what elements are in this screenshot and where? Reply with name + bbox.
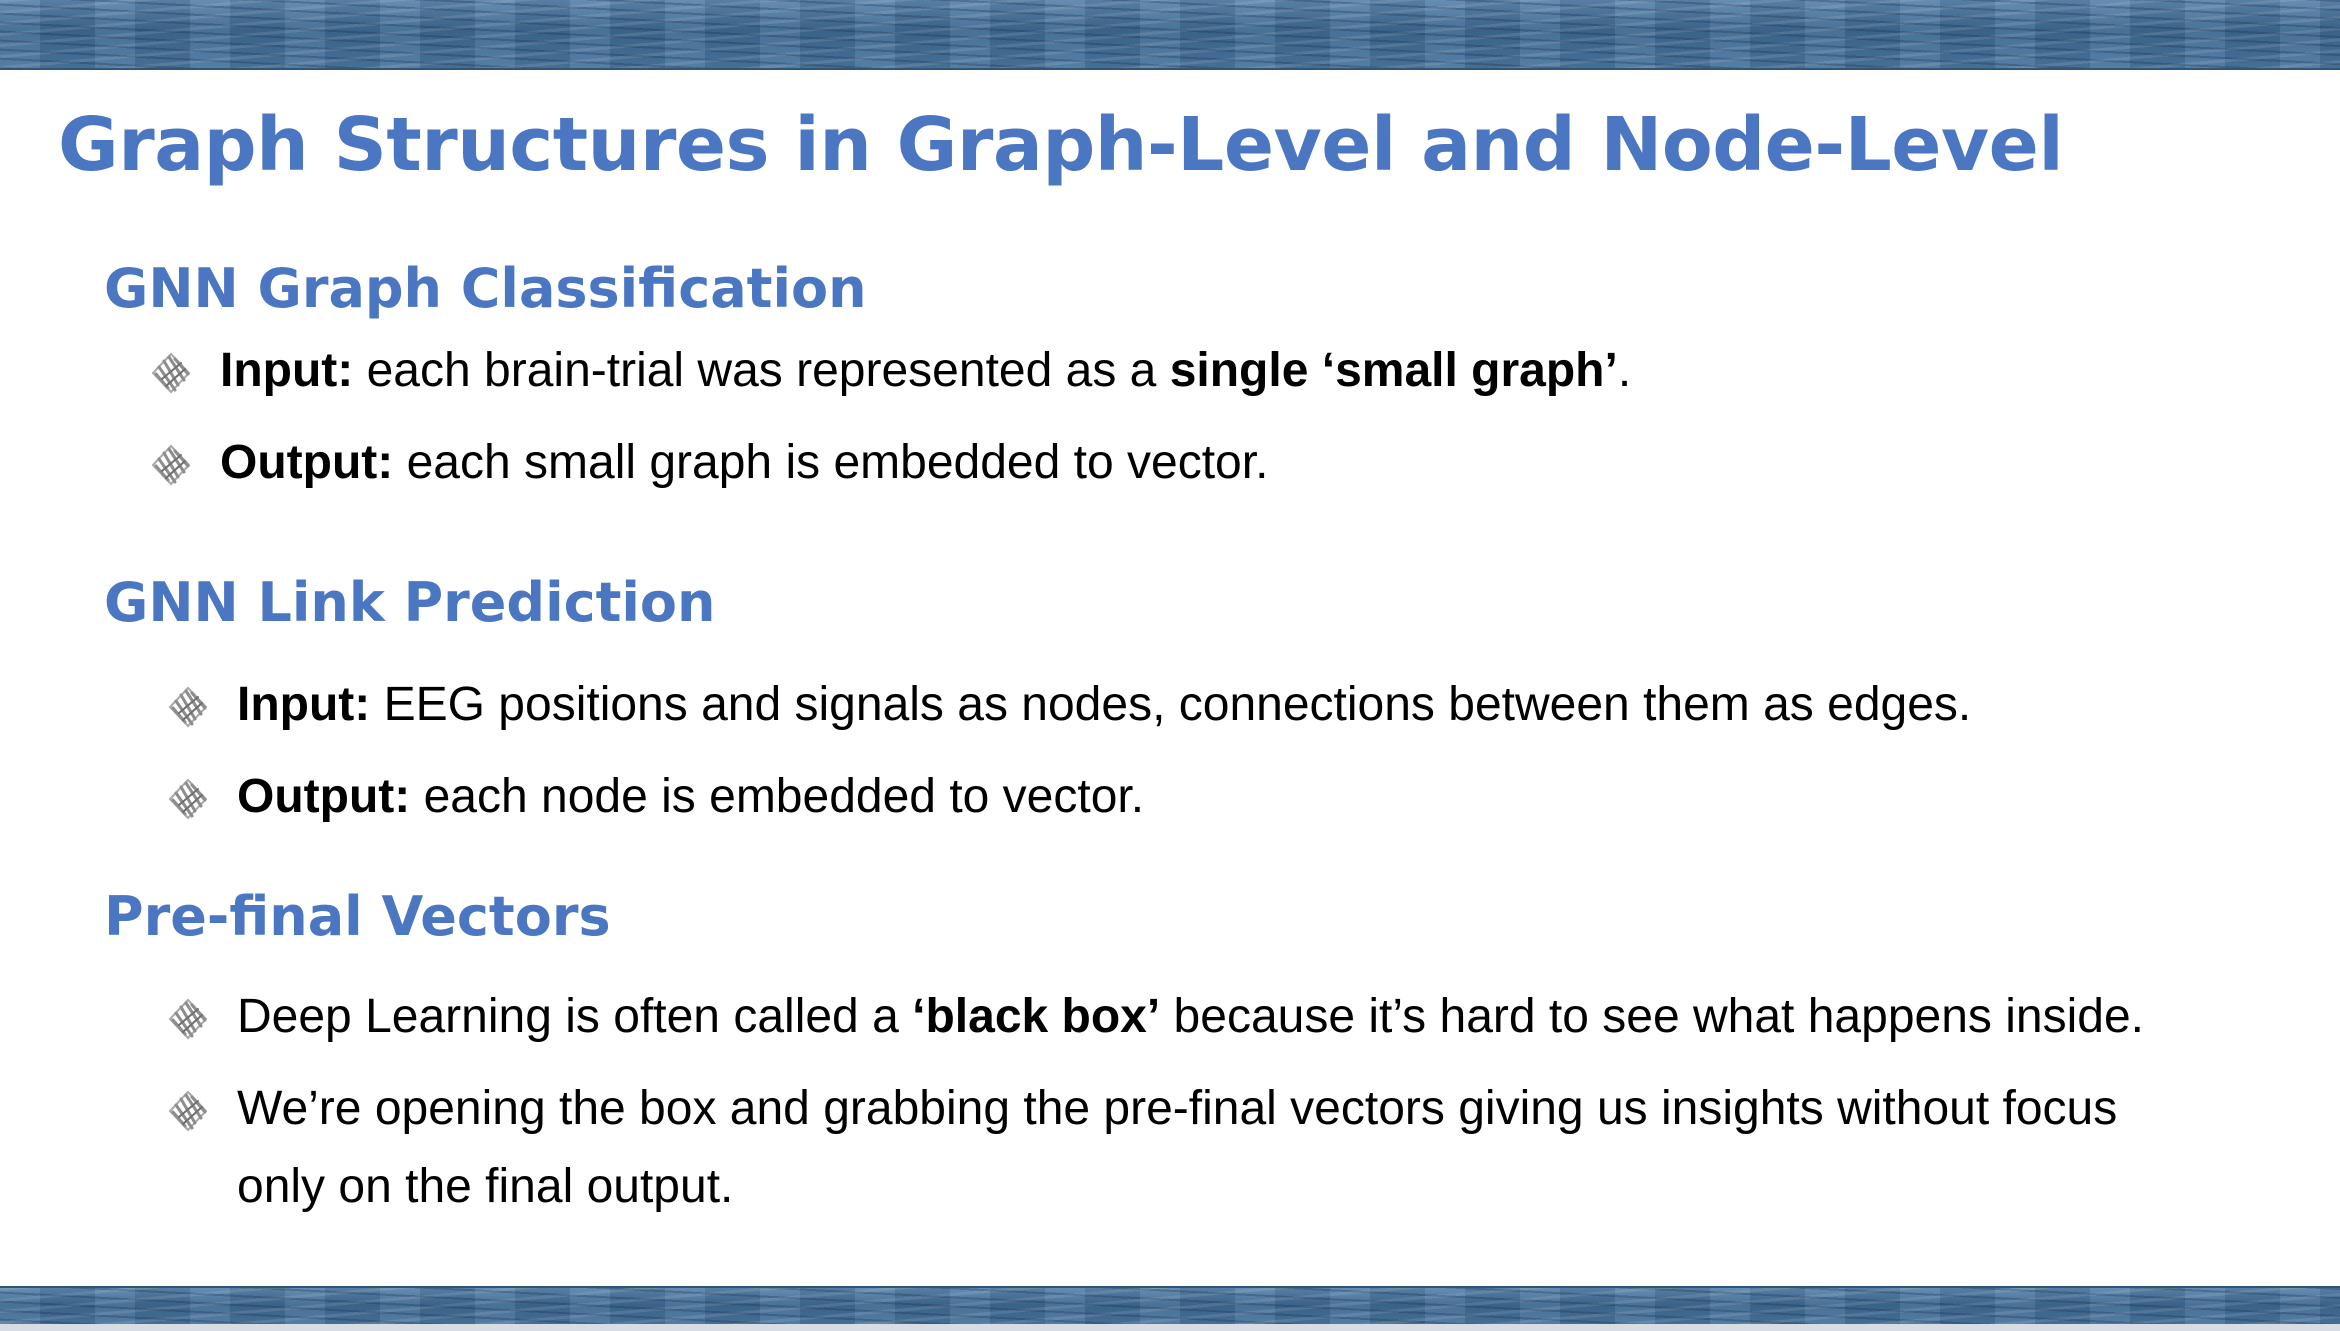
bullet-text: each small graph is embedded to vector.: [393, 436, 1269, 489]
slide: Graph Structures in Graph-Level and Node…: [0, 0, 2340, 1331]
bullet-graph-classification-output: Output: each small graph is embedded to …: [151, 424, 1269, 502]
bullet-text-line-2: only on the final output.: [237, 1160, 734, 1213]
sketch-diamond-icon: [168, 778, 208, 820]
sketch-diamond-icon: [168, 998, 208, 1040]
sketch-diamond-icon: [151, 444, 191, 486]
sketch-diamond-icon: [168, 1090, 208, 1132]
top-decorative-band: [0, 0, 2340, 70]
bullet-link-prediction-output: Output: each node is embedded to vector.: [168, 758, 1145, 836]
bullet-black-box: Deep Learning is often called a ‘black b…: [168, 978, 2144, 1056]
section-heading-pre-final-vectors: Pre-final Vectors: [104, 885, 611, 948]
bullet-label: Output:: [237, 770, 411, 823]
bullet-graph-classification-input: Input: each brain-trial was represented …: [151, 332, 1632, 410]
section-heading-graph-classification: GNN Graph Classification: [104, 257, 867, 320]
sketch-diamond-icon: [151, 352, 191, 394]
bullet-text-end: because it’s hard to see what happens in…: [1160, 990, 2144, 1043]
bullet-text-line-1: We’re opening the box and grabbing the p…: [237, 1082, 2118, 1135]
bullet-label: Input:: [220, 344, 354, 397]
bullet-emphasis: single ‘small graph’: [1169, 344, 1618, 397]
bullet-text: EEG positions and signals as nodes, conn…: [370, 678, 1972, 731]
bullet-text: Deep Learning is often called a: [237, 990, 913, 1043]
bullet-text: each node is embedded to vector.: [410, 770, 1145, 823]
bullet-label: Input:: [237, 678, 371, 731]
bullet-pre-final-vectors: We’re opening the box and grabbing the p…: [168, 1070, 2118, 1226]
bullet-emphasis: ‘black box’: [912, 990, 1161, 1043]
bottom-decorative-band: [0, 1286, 2340, 1326]
slide-title: Graph Structures in Graph-Level and Node…: [58, 102, 2064, 188]
section-heading-link-prediction: GNN Link Prediction: [104, 571, 716, 634]
sketch-diamond-icon: [168, 686, 208, 728]
bullet-label: Output:: [220, 436, 394, 489]
bullet-text-end: .: [1617, 344, 1632, 397]
bottom-edge-strip: [0, 1324, 2340, 1331]
bullet-link-prediction-input: Input: EEG positions and signals as node…: [168, 666, 1972, 744]
bullet-text: each brain-trial was represented as a: [353, 344, 1170, 397]
